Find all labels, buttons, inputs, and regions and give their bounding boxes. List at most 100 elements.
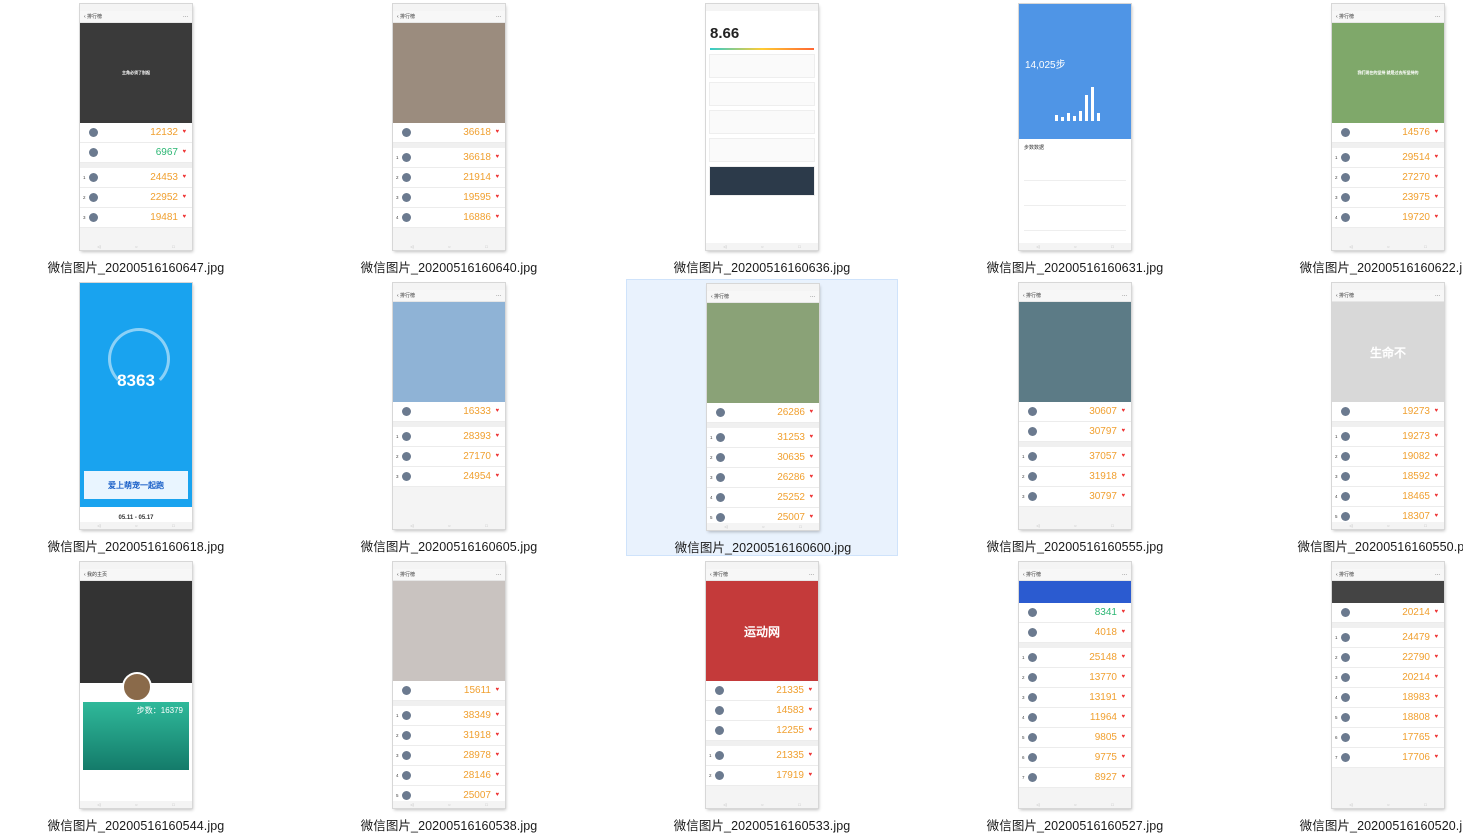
rank-row[interactable]: 1 31253 ♥ bbox=[707, 428, 819, 448]
rank-row[interactable]: 3 19595 ♥ bbox=[393, 188, 505, 208]
like-button[interactable]: ♥ bbox=[1433, 694, 1441, 700]
file-item[interactable]: ‹ 排行榜 ··· 30607 ♥ 30797 ♥ 1 37057 ♥ 2 31918 ♥ 3 30797… bbox=[939, 279, 1211, 556]
like-button[interactable]: ♥ bbox=[1120, 654, 1128, 660]
like-button[interactable]: ♥ bbox=[808, 494, 816, 500]
rank-row[interactable]: 1 25148 ♥ bbox=[1019, 648, 1131, 668]
like-button[interactable]: ♥ bbox=[1433, 674, 1441, 680]
like-button[interactable]: ♥ bbox=[1120, 714, 1128, 720]
rank-row[interactable]: 3 28978 ♥ bbox=[393, 746, 505, 766]
like-button[interactable]: ♥ bbox=[808, 434, 816, 440]
my-rank-row[interactable]: 15611 ♥ bbox=[393, 681, 505, 701]
rank-row[interactable]: 5 9805 ♥ bbox=[1019, 728, 1131, 748]
like-button[interactable]: ♥ bbox=[1120, 629, 1128, 635]
like-button[interactable]: ♥ bbox=[181, 214, 189, 220]
file-item[interactable]: ‹ 排行榜 ··· 8341 ♥ 4018 ♥ 1 25148 ♥ 2 13770 ♥ 3 13191 ♥ 4… bbox=[939, 558, 1211, 835]
my-rank-row[interactable]: 16333 ♥ bbox=[393, 402, 505, 422]
rank-row[interactable]: 2 21914 ♥ bbox=[393, 168, 505, 188]
rank-row[interactable]: 6 9775 ♥ bbox=[1019, 748, 1131, 768]
file-item[interactable]: ‹ 排行榜 ··· 我们现在的坚持 就是过去所坚持的 14576 ♥ 1 29514 ♥ 2 27… bbox=[1252, 0, 1463, 277]
rank-row[interactable]: 5 18808 ♥ bbox=[1332, 708, 1444, 728]
rank-row[interactable]: 1 29514 ♥ bbox=[1332, 148, 1444, 168]
like-button[interactable]: ♥ bbox=[1433, 174, 1441, 180]
rank-row[interactable]: 1 24479 ♥ bbox=[1332, 628, 1444, 648]
like-button[interactable]: ♥ bbox=[181, 194, 189, 200]
rank-row[interactable]: 3 19481 ♥ bbox=[80, 208, 192, 228]
like-button[interactable]: ♥ bbox=[1120, 694, 1128, 700]
like-button[interactable]: ♥ bbox=[494, 732, 502, 738]
file-item[interactable]: ‹ 排行榜 ··· 生命不 19273 ♥ 1 19273 ♥ 2 19082 ♥ 3 18592 ♥ 4 1… bbox=[1252, 279, 1463, 556]
like-button[interactable]: ♥ bbox=[1120, 453, 1128, 459]
like-button[interactable]: ♥ bbox=[807, 727, 815, 733]
like-button[interactable]: ♥ bbox=[494, 154, 502, 160]
like-button[interactable]: ♥ bbox=[494, 408, 502, 414]
like-button[interactable]: ♥ bbox=[494, 453, 502, 459]
like-button[interactable]: ♥ bbox=[494, 214, 502, 220]
like-button[interactable]: ♥ bbox=[1433, 513, 1441, 519]
file-item[interactable]: 8363 爱上萌宠一起跑 05.11 - 05.17 ◁ ○ □ 微信图片_20200516… bbox=[0, 279, 272, 556]
rank-row[interactable]: 7 17706 ♥ bbox=[1332, 748, 1444, 768]
my-rank-row[interactable]: 30797 ♥ bbox=[1019, 422, 1131, 442]
rank-row[interactable]: 3 30797 ♥ bbox=[1019, 487, 1131, 507]
my-rank-row[interactable]: 14576 ♥ bbox=[1332, 123, 1444, 143]
file-item[interactable]: ‹ 排行榜 ··· 36618 ♥ 1 36618 ♥ 2 21914 ♥ 3 19595 ♥ 4 1688… bbox=[313, 0, 585, 277]
rank-row[interactable]: 4 28146 ♥ bbox=[393, 766, 505, 786]
like-button[interactable]: ♥ bbox=[1120, 674, 1128, 680]
like-button[interactable]: ♥ bbox=[181, 174, 189, 180]
like-button[interactable]: ♥ bbox=[807, 752, 815, 758]
rank-row[interactable]: 2 22952 ♥ bbox=[80, 188, 192, 208]
file-item[interactable]: ‹ 排行榜 ··· 运动网 21335 ♥ 14583 ♥ 12255 ♥ 1 21335 ♥ 2 179… bbox=[626, 558, 898, 835]
file-item[interactable]: ‹ 排行榜 ··· 主角必须了别起 12132 ♥ 6967 ♥ 1 24453 ♥ 2 22952 ♥… bbox=[0, 0, 272, 277]
my-rank-row[interactable]: 8341 ♥ bbox=[1019, 603, 1131, 623]
rank-row[interactable]: 3 13191 ♥ bbox=[1019, 688, 1131, 708]
like-button[interactable]: ♥ bbox=[494, 792, 502, 798]
rank-row[interactable]: 4 16886 ♥ bbox=[393, 208, 505, 228]
like-button[interactable]: ♥ bbox=[1120, 609, 1128, 615]
promo-banner[interactable]: 爱上萌宠一起跑 bbox=[84, 471, 188, 499]
like-button[interactable]: ♥ bbox=[808, 454, 816, 460]
rank-row[interactable]: 1 36618 ♥ bbox=[393, 148, 505, 168]
my-rank-row[interactable]: 12255 ♥ bbox=[706, 721, 818, 741]
like-button[interactable]: ♥ bbox=[808, 514, 816, 520]
rank-row[interactable]: 1 28393 ♥ bbox=[393, 427, 505, 447]
like-button[interactable]: ♥ bbox=[1433, 453, 1441, 459]
like-button[interactable]: ♥ bbox=[1433, 433, 1441, 439]
like-button[interactable]: ♥ bbox=[1433, 493, 1441, 499]
rank-row[interactable]: 1 21335 ♥ bbox=[706, 746, 818, 766]
like-button[interactable]: ♥ bbox=[1433, 609, 1441, 615]
rank-row[interactable]: 1 19273 ♥ bbox=[1332, 427, 1444, 447]
like-button[interactable]: ♥ bbox=[1120, 734, 1128, 740]
my-rank-row[interactable]: 4018 ♥ bbox=[1019, 623, 1131, 643]
like-button[interactable]: ♥ bbox=[1433, 754, 1441, 760]
like-button[interactable]: ♥ bbox=[1433, 654, 1441, 660]
file-item[interactable]: 14,025步 步数数据 ◁ ○ □ 微信图片_20200516160631.jpg bbox=[939, 0, 1211, 277]
rank-row[interactable]: 2 13770 ♥ bbox=[1019, 668, 1131, 688]
like-button[interactable]: ♥ bbox=[1120, 428, 1128, 434]
rank-row[interactable]: 2 31918 ♥ bbox=[1019, 467, 1131, 487]
like-button[interactable]: ♥ bbox=[807, 687, 815, 693]
file-item[interactable]: ‹ 排行榜 ··· 16333 ♥ 1 28393 ♥ 2 27170 ♥ 3 24954 ♥ ◁ ○ □ 微信… bbox=[313, 279, 585, 556]
rank-row[interactable]: 1 38349 ♥ bbox=[393, 706, 505, 726]
file-item[interactable]: ‹ 排行榜 ··· 26286 ♥ 1 31253 ♥ 2 30635 ♥ 3 26286 ♥ 4 2525… bbox=[626, 279, 898, 556]
like-button[interactable]: ♥ bbox=[807, 707, 815, 713]
like-button[interactable]: ♥ bbox=[1433, 214, 1441, 220]
like-button[interactable]: ♥ bbox=[1433, 634, 1441, 640]
file-item[interactable]: ‹ 排行榜 ··· 15611 ♥ 1 38349 ♥ 2 31918 ♥ 3 28978 ♥ 4 2814… bbox=[313, 558, 585, 835]
rank-row[interactable]: 6 17765 ♥ bbox=[1332, 728, 1444, 748]
my-rank-row[interactable]: 12132 ♥ bbox=[80, 123, 192, 143]
like-button[interactable]: ♥ bbox=[1433, 408, 1441, 414]
like-button[interactable]: ♥ bbox=[494, 687, 502, 693]
my-rank-row[interactable]: 14583 ♥ bbox=[706, 701, 818, 721]
rank-row[interactable]: 4 18983 ♥ bbox=[1332, 688, 1444, 708]
rank-row[interactable]: 3 26286 ♥ bbox=[707, 468, 819, 488]
rank-row[interactable]: 4 11964 ♥ bbox=[1019, 708, 1131, 728]
like-button[interactable]: ♥ bbox=[1120, 408, 1128, 414]
rank-row[interactable]: 4 25252 ♥ bbox=[707, 488, 819, 508]
rank-row[interactable]: 1 37057 ♥ bbox=[1019, 447, 1131, 467]
my-rank-row[interactable]: 30607 ♥ bbox=[1019, 402, 1131, 422]
like-button[interactable]: ♥ bbox=[1433, 473, 1441, 479]
rank-row[interactable]: 7 8927 ♥ bbox=[1019, 768, 1131, 788]
like-button[interactable]: ♥ bbox=[1120, 473, 1128, 479]
file-item[interactable]: ‹ 我的主页 步数：16379 ◁ ○ □ 微信图片_20200516160544.jpg bbox=[0, 558, 272, 835]
my-rank-row[interactable]: 36618 ♥ bbox=[393, 123, 505, 143]
my-rank-row[interactable]: 21335 ♥ bbox=[706, 681, 818, 701]
